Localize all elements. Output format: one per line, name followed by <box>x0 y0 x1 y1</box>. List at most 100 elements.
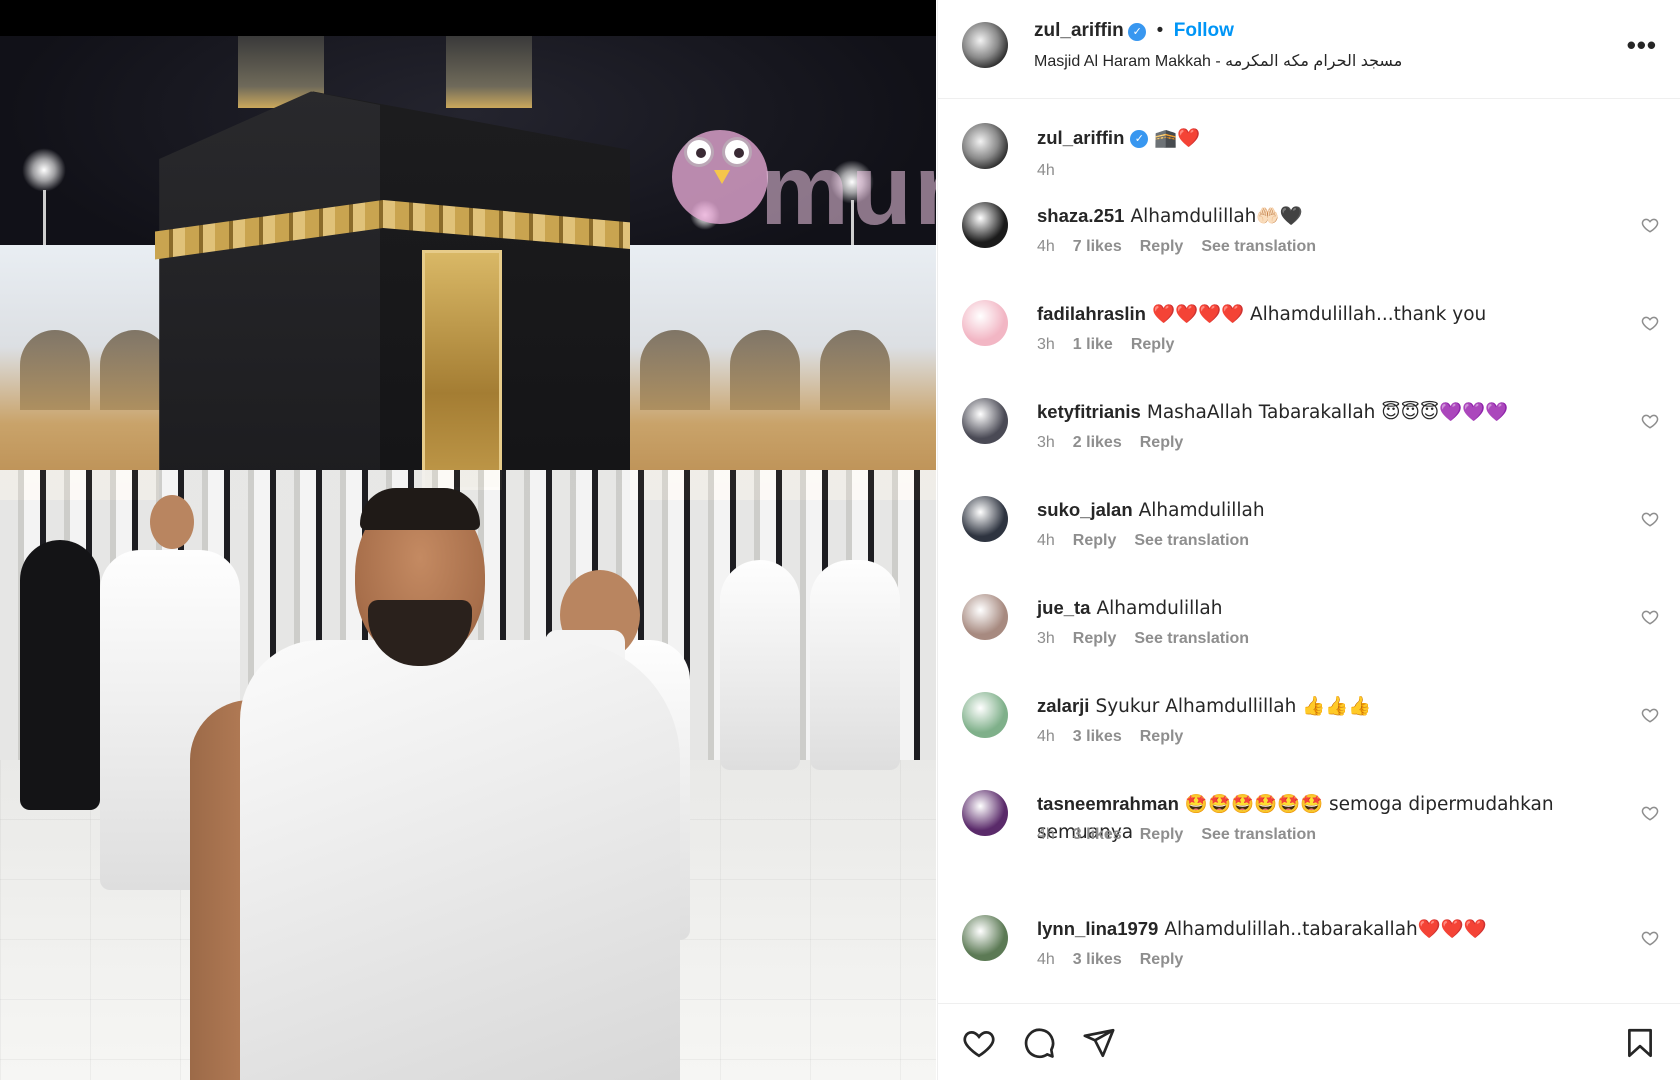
comment-likes[interactable]: 1 like <box>1073 336 1113 353</box>
comment-username[interactable]: shaza.251 <box>1037 205 1124 226</box>
arch <box>820 330 890 410</box>
comment-text: zalarji Syukur Alhamdullillah 👍👍👍 <box>1037 692 1597 720</box>
comment-row: suko_jalan Alhamdulillah 4h Reply See transl… <box>938 494 1680 584</box>
clock-tower <box>446 36 532 108</box>
follow-button[interactable]: Follow <box>1174 20 1234 41</box>
comment-likes[interactable]: 3 likes <box>1073 826 1122 843</box>
comment-username[interactable]: fadilahraslin <box>1037 303 1146 324</box>
caption-username[interactable]: zul_ariffin <box>1037 127 1124 148</box>
reply-button[interactable]: Reply <box>1140 238 1184 255</box>
comment-username[interactable]: suko_jalan <box>1037 499 1133 520</box>
comment-row: shaza.251 Alhamdulillah🤲🏻🖤 4h 7 likes Reply S… <box>938 200 1680 290</box>
comments-list[interactable]: zul_ariffin ✓ 🕋❤️ 4h shaza.251 Alhamdulilla… <box>938 100 1680 1000</box>
comment-username[interactable]: tasneemrahman <box>1037 793 1179 814</box>
comment-avatar[interactable] <box>962 496 1008 542</box>
comment-icon[interactable] <box>1022 1026 1056 1060</box>
verified-icon: ✓ <box>1130 130 1149 149</box>
action-bar <box>938 1003 1680 1080</box>
watermark-pupil <box>734 148 744 158</box>
arch <box>640 330 710 410</box>
comment-like-icon[interactable] <box>1641 510 1659 528</box>
see-translation-button[interactable]: See translation <box>1201 826 1316 843</box>
comment-text: ketyfitrianis MashaAllah Tabarakallah 😇😇😇… <box>1037 398 1597 426</box>
post-header: zul_ariffin ✓ • Follow Masjid Al Haram M… <box>938 0 1680 99</box>
reply-button[interactable]: Reply <box>1140 434 1184 451</box>
bookmark-icon[interactable] <box>1623 1026 1657 1060</box>
ihram-robe <box>240 640 680 1080</box>
comment-avatar[interactable] <box>962 915 1008 961</box>
share-icon[interactable] <box>1082 1026 1116 1060</box>
reply-button[interactable]: Reply <box>1131 336 1175 353</box>
comment-username[interactable]: jue_ta <box>1037 597 1090 618</box>
person-hair <box>360 488 480 530</box>
comment-row: jue_ta Alhamdulillah 3h Reply See translatio… <box>938 592 1680 682</box>
comment-time: 4h <box>1037 951 1055 968</box>
comment-username[interactable]: lynn_lina1979 <box>1037 918 1158 939</box>
see-translation-button[interactable]: See translation <box>1201 238 1316 255</box>
comment-body: Alhamdulillah <box>1138 500 1265 521</box>
more-options-icon[interactable]: ••• <box>1627 32 1657 58</box>
comment-meta: 3h Reply See translation <box>1037 630 1267 648</box>
comment-avatar[interactable] <box>962 202 1008 248</box>
comment-body: Alhamdulillah🤲🏻🖤 <box>1130 206 1303 227</box>
comment-row: ketyfitrianis MashaAllah Tabarakallah 😇😇😇… <box>938 396 1680 486</box>
comment-body: MashaAllah Tabarakallah 😇😇😇💜💜💜 <box>1146 402 1509 423</box>
comment-meta: 4h 7 likes Reply See translation <box>1037 238 1334 256</box>
comment-body: Alhamdulillah..tabarakallah❤️❤️❤️ <box>1164 919 1487 940</box>
comment-like-icon[interactable] <box>1641 804 1659 822</box>
comment-avatar[interactable] <box>962 300 1008 346</box>
heart-icon[interactable] <box>962 1026 996 1060</box>
reply-button[interactable]: Reply <box>1073 532 1117 549</box>
comment-like-icon[interactable] <box>1641 412 1659 430</box>
see-translation-button[interactable]: See translation <box>1134 532 1249 549</box>
reply-button[interactable]: Reply <box>1140 728 1184 745</box>
comment-like-icon[interactable] <box>1641 929 1659 947</box>
reply-button[interactable]: Reply <box>1140 826 1184 843</box>
pilgrim-head <box>150 495 194 549</box>
comment-likes[interactable]: 3 likes <box>1073 951 1122 968</box>
post-photo[interactable]: mural <box>0 0 936 1080</box>
comment-avatar[interactable] <box>962 398 1008 444</box>
comment-likes[interactable]: 7 likes <box>1073 238 1122 255</box>
comment-like-icon[interactable] <box>1641 314 1659 332</box>
watermark-text: mural <box>760 134 936 246</box>
author-username[interactable]: zul_ariffin <box>1034 20 1124 41</box>
comment-username[interactable]: zalarji <box>1037 695 1089 716</box>
pilgrim <box>20 540 100 810</box>
comment-row: tasneemrahman 🤩🤩🤩🤩🤩🤩 semoga dipermudahkan… <box>938 788 1680 878</box>
comment-avatar[interactable] <box>962 790 1008 836</box>
comment-meta: 4h 3 likes Reply <box>1037 728 1201 746</box>
caption-body: 🕋❤️ <box>1154 128 1201 149</box>
arch <box>20 330 90 410</box>
see-translation-button[interactable]: See translation <box>1134 630 1249 647</box>
comment-likes[interactable]: 2 likes <box>1073 434 1122 451</box>
comment-like-icon[interactable] <box>1641 706 1659 724</box>
caption-avatar[interactable] <box>962 123 1008 169</box>
comment-meta: 4h Reply See translation <box>1037 532 1267 550</box>
comment-avatar[interactable] <box>962 594 1008 640</box>
comment-time: 3h <box>1037 434 1055 451</box>
pilgrim <box>720 560 800 770</box>
comment-username[interactable]: ketyfitrianis <box>1037 401 1141 422</box>
pilgrim <box>810 560 900 770</box>
watermark-beak <box>714 170 730 184</box>
comment-row: zalarji Syukur Alhamdullillah 👍👍👍 4h 3 like… <box>938 690 1680 780</box>
comment-time: 4h <box>1037 238 1055 255</box>
location-link[interactable]: Masjid Al Haram Makkah - مسجد الحرام مكه… <box>1034 51 1402 71</box>
caption-row: zul_ariffin ✓ 🕋❤️ 4h <box>938 120 1680 200</box>
floodlight <box>22 148 66 192</box>
comment-time: 4h <box>1037 532 1055 549</box>
reply-button[interactable]: Reply <box>1140 951 1184 968</box>
comment-body: Alhamdulillah <box>1096 598 1223 619</box>
comment-time: 3h <box>1037 336 1055 353</box>
comment-time: 3h <box>1037 630 1055 647</box>
comment-like-icon[interactable] <box>1641 608 1659 626</box>
comment-like-icon[interactable] <box>1641 216 1659 234</box>
reply-button[interactable]: Reply <box>1073 630 1117 647</box>
comment-meta: 4h 3 likes Reply See translation <box>1037 826 1334 844</box>
comment-text: fadilahraslin ❤️❤️❤️❤️ Alhamdulillah...th… <box>1037 300 1597 328</box>
separator: • <box>1156 20 1164 41</box>
comment-likes[interactable]: 3 likes <box>1073 728 1122 745</box>
author-avatar[interactable] <box>962 22 1008 68</box>
comment-avatar[interactable] <box>962 692 1008 738</box>
